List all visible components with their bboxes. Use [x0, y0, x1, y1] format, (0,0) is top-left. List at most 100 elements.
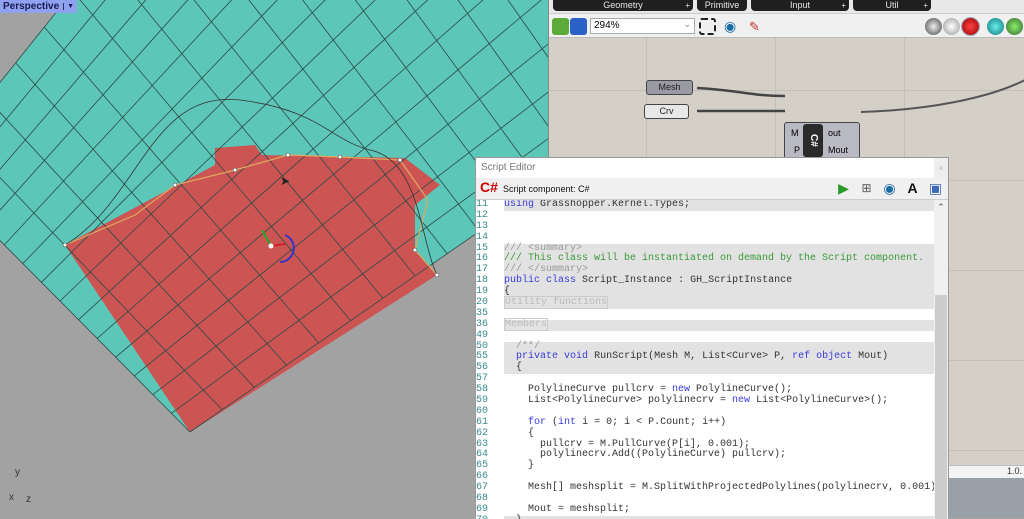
preview-wireframe-icon[interactable] — [943, 18, 960, 35]
rhino-perspective-viewport[interactable]: ➤ Perspective ▼ y x z — [0, 0, 548, 518]
param-label: Mesh — [658, 82, 681, 92]
control-point — [285, 152, 291, 158]
line-text: public class Script_Instance : GH_Script… — [504, 275, 935, 288]
tab-label: Util — [885, 0, 899, 10]
mesh-param[interactable]: Mesh — [646, 80, 693, 95]
control-point — [434, 272, 440, 278]
code-line[interactable]: 56 { — [476, 362, 935, 375]
sketch-pen-icon[interactable]: ✎ — [749, 18, 766, 35]
line-text: Utility functions — [504, 296, 935, 310]
resize-icon[interactable]: ▣ — [927, 180, 944, 197]
line-text: { — [504, 427, 535, 439]
output-mout[interactable]: Mout — [828, 145, 848, 155]
viewport-dropdown-icon[interactable]: ▼ — [63, 3, 74, 10]
editor-scrollbar[interactable]: ⌃ — [934, 200, 948, 519]
component-label: Script component: C# — [503, 184, 590, 194]
preview-selected-icon[interactable] — [987, 18, 1004, 35]
viewport-name: Perspective — [3, 1, 60, 12]
tab-geometry[interactable]: Geometry + — [553, 0, 693, 11]
code-line[interactable]: 18 public class Script_Instance : GH_Scri… — [476, 275, 935, 288]
editor-titlebar[interactable]: Script Editor × — [476, 158, 948, 178]
line-text: { — [504, 362, 935, 375]
line-text: Mout = meshsplit; — [504, 503, 631, 515]
control-point — [397, 157, 403, 163]
axis-z-label: z — [26, 494, 31, 505]
script-editor-window: Script Editor × C# Script component: C# ▶… — [475, 157, 949, 519]
open-file-icon[interactable] — [552, 18, 569, 35]
preview-shaded-icon[interactable] — [961, 17, 980, 36]
editor-title: Script Editor — [481, 162, 536, 173]
tab-label: Primitive — [704, 0, 740, 10]
code-line[interactable]: 69 Mout = meshsplit; — [476, 503, 935, 516]
csharp-logo-icon: C# — [480, 179, 498, 195]
code-line[interactable]: 12 — [476, 210, 935, 222]
preview-shaded-off-icon[interactable] — [925, 18, 942, 35]
line-text: for (int i = 0; i < P.Count; i++) — [528, 416, 727, 428]
line-text: using Grasshopper.Kernel.Types; — [504, 200, 935, 211]
preview-eye-icon[interactable]: ◉ — [724, 18, 741, 35]
line-text: List<PolylineCurve> polylinecrv = new Li… — [504, 395, 889, 407]
tab-util[interactable]: Util + — [853, 0, 931, 11]
axis-x-label: x — [9, 492, 14, 503]
background-panel — [948, 478, 1024, 518]
tab-input[interactable]: Input + — [751, 0, 849, 11]
zoom-select[interactable]: 294% ⌄ — [590, 18, 695, 34]
code-line[interactable]: 11 using Grasshopper.Kernel.Types; — [476, 200, 935, 211]
close-button[interactable]: × — [934, 158, 948, 178]
code-line[interactable]: 61 for (int i = 0; i < P.Count; i++) — [476, 416, 935, 429]
zoom-value: 294% — [594, 20, 620, 31]
param-label: Crv — [659, 106, 674, 116]
tab-primitive[interactable]: Primitive — [697, 0, 747, 11]
code-line[interactable]: 62 { — [476, 427, 935, 440]
code-line[interactable]: 59 List<PolylineCurve> polylinecrv = new… — [476, 395, 935, 407]
control-point — [62, 242, 68, 248]
code-line[interactable]: 65 } — [476, 460, 935, 472]
axis-y-label: y — [15, 467, 20, 478]
component-tabs: Geometry + Primitive Input + Util + — [549, 0, 1024, 13]
code-line[interactable]: 67 Mesh[] meshsplit = M.SplitWithProject… — [476, 482, 935, 494]
expand-icon: + — [923, 1, 928, 10]
viewport-scene[interactable]: ➤ — [0, 0, 548, 518]
line-text: Members — [504, 317, 935, 331]
insert-icon[interactable]: ⊞ — [858, 180, 875, 197]
input-m[interactable]: M — [791, 128, 799, 138]
control-point — [232, 167, 238, 173]
code-line[interactable]: 20 Utility functions — [476, 296, 935, 310]
wire-mout — [860, 79, 1024, 113]
editor-toolbar: C# Script component: C# ▶ ⊞ ◉ A ▣ — [476, 178, 948, 200]
code-line[interactable]: 36 Members — [476, 317, 935, 331]
output-out[interactable]: out — [828, 128, 841, 138]
control-point — [337, 154, 343, 160]
preview-mesh-icon[interactable] — [1006, 18, 1023, 35]
scroll-thumb[interactable] — [935, 295, 947, 519]
zoom-extents-icon[interactable] — [699, 18, 716, 35]
code-line[interactable]: 13 — [476, 221, 935, 233]
control-point — [412, 247, 418, 253]
line-text: private void RunScript(Mesh M, List<Curv… — [504, 352, 935, 364]
font-icon[interactable]: A — [904, 180, 921, 197]
line-text: Mesh[] meshsplit = M.SplitWithProjectedP… — [504, 482, 935, 494]
preview-eye-icon[interactable]: ◉ — [881, 180, 898, 197]
control-point — [172, 182, 178, 188]
save-file-icon[interactable] — [570, 18, 587, 35]
code-line[interactable]: 64 polylinecrv.Add((PolylineCurve) pullc… — [476, 450, 935, 461]
gumball-center — [268, 243, 274, 249]
crv-param[interactable]: Crv — [644, 104, 689, 119]
line-number: 14 — [476, 231, 489, 243]
line-number: 49 — [476, 329, 489, 341]
code-line[interactable]: 49 — [476, 329, 935, 342]
input-p[interactable]: P — [794, 145, 800, 155]
chevron-down-icon: ⌄ — [683, 19, 691, 29]
tab-label: Geometry — [603, 0, 643, 10]
scroll-up-icon[interactable]: ⌃ — [934, 202, 948, 213]
csharp-script-component[interactable]: M P C# out Mout — [784, 122, 860, 159]
run-play-icon[interactable]: ▶ — [835, 180, 852, 197]
component-name: C# — [803, 124, 823, 157]
code-line[interactable]: 55 private void RunScript(Mesh M, List<C… — [476, 352, 935, 364]
code-line[interactable]: 14 — [476, 231, 935, 244]
line-text: polylinecrv.Add((PolylineCurve) pullcrv)… — [504, 449, 787, 461]
code-editor[interactable]: 11 using Grasshopper.Kernel.Types; 12 13 14 1… — [476, 200, 935, 519]
mouse-cursor-icon: ➤ — [280, 174, 290, 188]
viewport-label[interactable]: Perspective ▼ — [0, 0, 78, 13]
tab-label: Input — [789, 0, 811, 10]
